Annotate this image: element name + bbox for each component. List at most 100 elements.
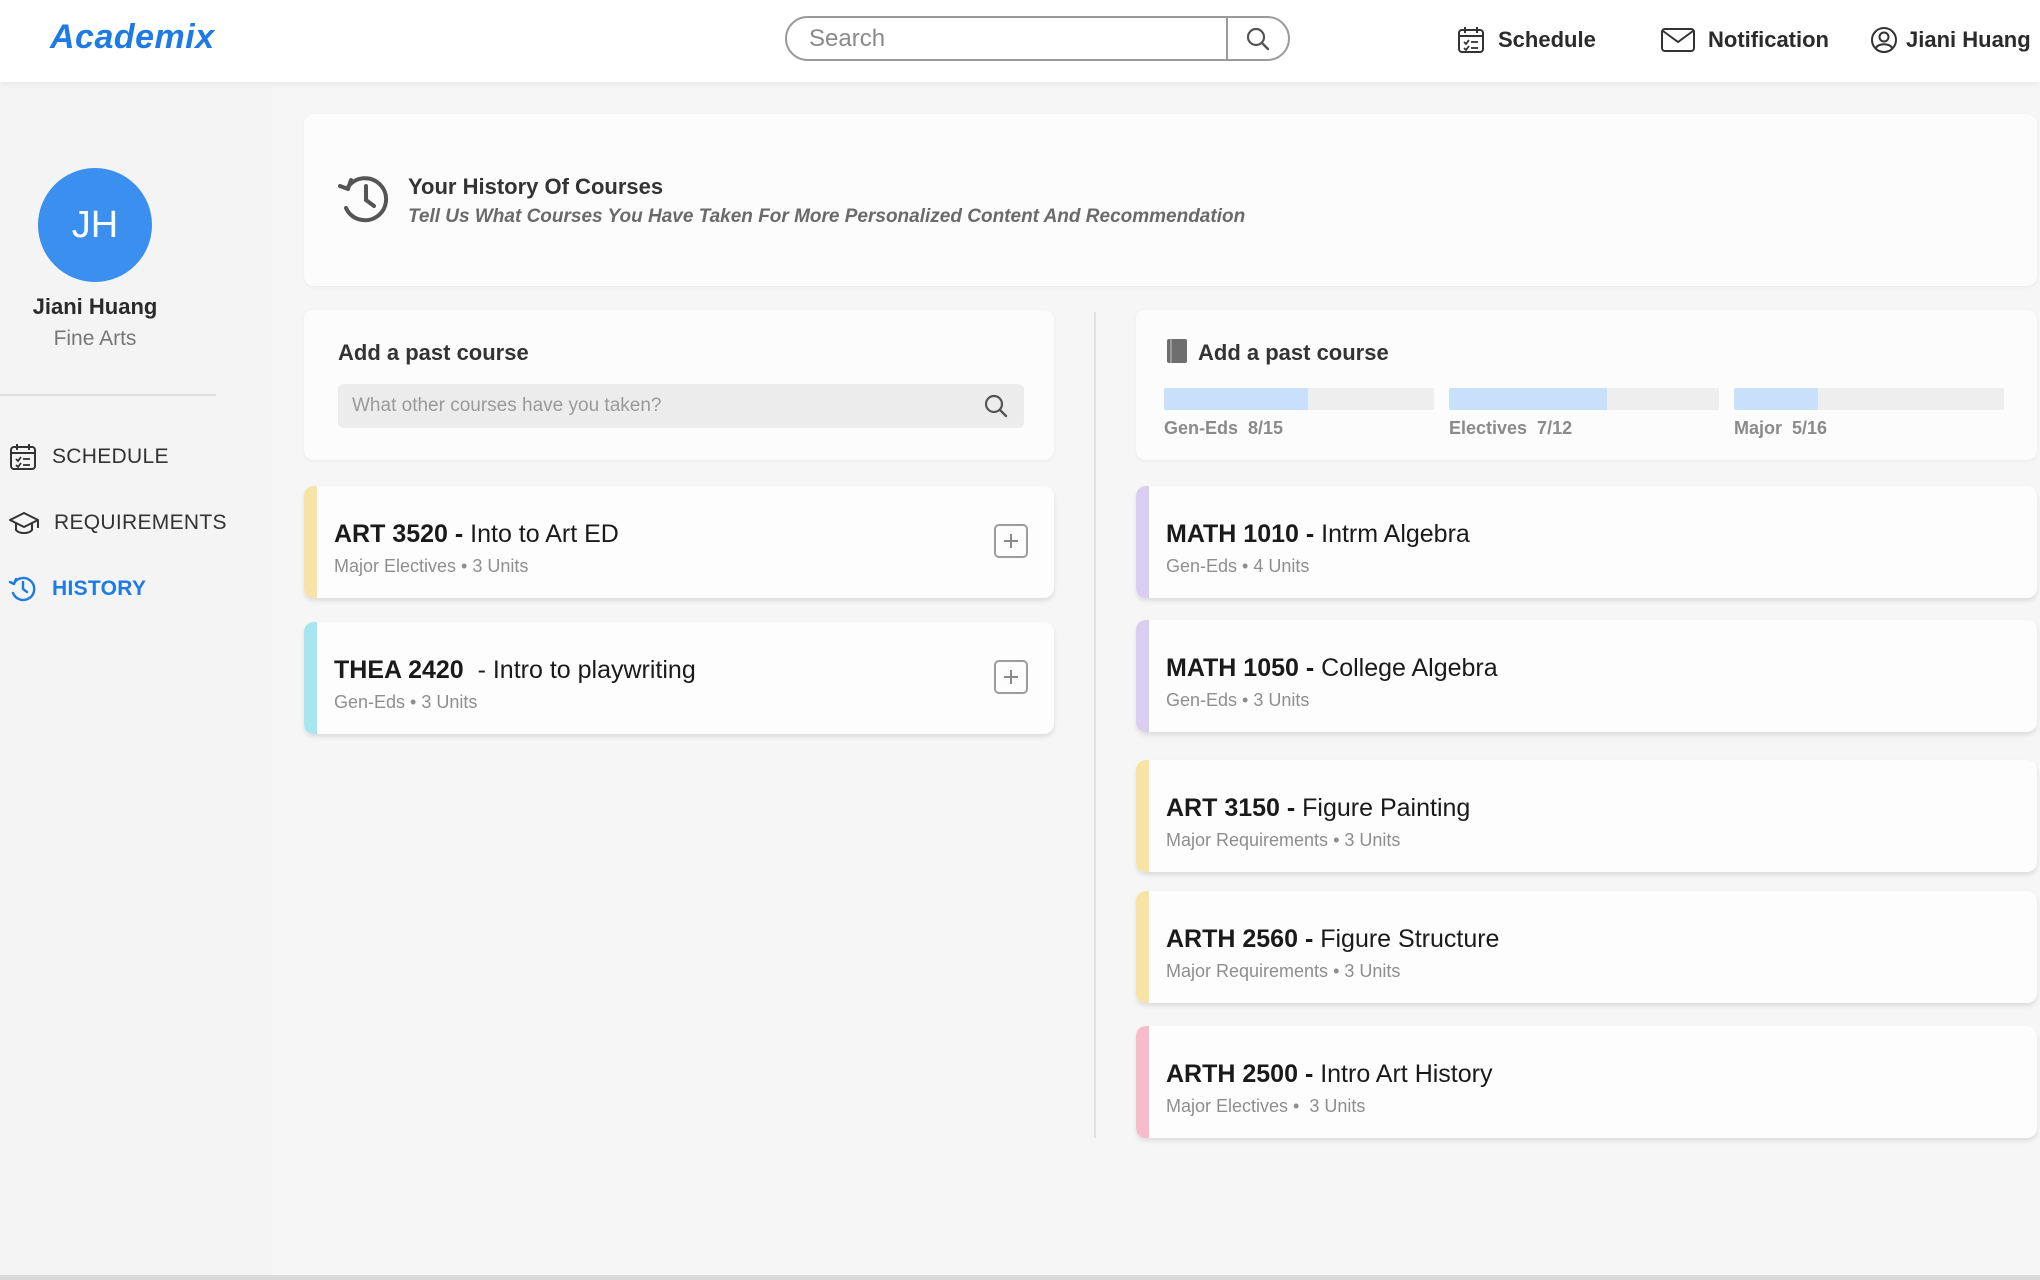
progress-major: Major 5/16 [1734, 388, 2004, 439]
sidebar-item-label: SCHEDULE [52, 445, 169, 468]
course-category-accent [1136, 620, 1149, 732]
history-title: Your History Of Courses [408, 174, 664, 199]
course-meta: Gen-Eds • 4 Units [1166, 556, 1310, 576]
progress-label: Gen-Eds 8/15 [1164, 418, 1284, 438]
search-icon [1246, 27, 1270, 50]
course-title: Figure Structure [1313, 925, 1500, 953]
sidebar-item-label: REQUIREMENTS [54, 511, 227, 534]
course-search-input[interactable] [338, 384, 968, 428]
requirements-progress-panel: Add a past course Gen-Eds 8/15 Electives… [1136, 310, 2037, 460]
bottom-scroll-edge [0, 1275, 2040, 1280]
global-search [785, 16, 1290, 61]
course-heading: ARTH 2500 - Intro Art History [1166, 1060, 1492, 1089]
nav-schedule-label: Schedule [1498, 27, 1596, 52]
app-logo[interactable]: Academix [50, 18, 215, 57]
nav-user-link[interactable]: Jiani Huang [1870, 20, 2031, 60]
nav-user-label: Jiani Huang [1906, 27, 2031, 52]
course-meta: Major Electives • 3 Units [334, 556, 529, 576]
graduation-cap-icon [9, 512, 39, 534]
sidebar-item-requirements[interactable]: REQUIREMENTS [8, 503, 227, 543]
plus-icon [1004, 670, 1018, 684]
calendar-icon [10, 444, 36, 470]
sidebar: JH Jiani Huang Fine Arts SCHEDULE REQUIR… [0, 82, 272, 1275]
progress-fill [1164, 388, 1308, 410]
column-divider [1094, 312, 1096, 1138]
progress-track [1164, 388, 1434, 410]
taken-course-card[interactable]: MATH 1010 - Intrm Algebra Gen-Eds • 4 Un… [1136, 486, 2037, 598]
add-course-button[interactable] [994, 660, 1028, 694]
course-heading: MATH 1050 - College Algebra [1166, 654, 1498, 683]
course-code: THEA 2420 [334, 656, 471, 684]
taken-course-card[interactable]: MATH 1050 - College Algebra Gen-Eds • 3 … [1136, 620, 2037, 732]
progress-panel-title: Add a past course [1198, 340, 1389, 365]
course-meta: Major Electives • 3 Units [1166, 1096, 1366, 1116]
mail-icon [1661, 28, 1695, 52]
course-title: Intro Art History [1313, 1060, 1493, 1088]
calendar-icon [1458, 27, 1484, 53]
search-button[interactable] [1226, 18, 1288, 59]
history-icon [338, 176, 389, 223]
course-meta: Major Requirements • 3 Units [1166, 961, 1401, 981]
profile-major: Fine Arts [53, 327, 137, 350]
sidebar-item-label: HISTORY [52, 577, 147, 600]
history-subtitle: Tell Us What Courses You Have Taken For … [408, 206, 1246, 227]
course-code: ARTH 2560 - [1166, 925, 1314, 953]
course-title: - Intro to playwriting [470, 656, 696, 684]
course-code: ART 3520 - [334, 520, 464, 548]
course-category-accent [1136, 486, 1149, 598]
suggested-course-card[interactable]: ART 3520 - Into to Art ED Major Elective… [304, 486, 1054, 598]
progress-label: Electives 7/12 [1449, 418, 1573, 438]
course-title: Figure Painting [1295, 794, 1471, 822]
taken-course-card[interactable]: ARTH 2560 - Figure Structure Major Requi… [1136, 891, 2037, 1003]
course-search [338, 384, 1024, 428]
history-icon [8, 576, 36, 602]
course-title: College Algebra [1314, 654, 1498, 682]
avatar[interactable]: JH [38, 168, 152, 282]
nav-notification-label: Notification [1708, 27, 1829, 52]
bookmark-icon [1167, 339, 1187, 363]
progress-gen-eds: Gen-Eds 8/15 [1164, 388, 1434, 439]
taken-course-card[interactable]: ART 3150 - Figure Painting Major Require… [1136, 760, 2037, 872]
search-icon [984, 394, 1008, 418]
course-heading: MATH 1010 - Intrm Algebra [1166, 520, 1470, 549]
sidebar-item-history[interactable]: HISTORY [8, 569, 146, 609]
course-meta: Gen-Eds • 3 Units [334, 692, 478, 712]
add-past-course-title: Add a past course [338, 340, 529, 365]
course-category-accent [304, 486, 317, 598]
course-heading: THEA 2420 - Intro to playwriting [334, 656, 696, 685]
sidebar-item-schedule[interactable]: SCHEDULE [8, 437, 169, 477]
progress-track [1734, 388, 2004, 410]
course-heading: ART 3520 - Into to Art ED [334, 520, 619, 549]
course-category-accent [1136, 891, 1149, 1003]
course-search-button[interactable] [968, 393, 1024, 419]
nav-schedule-link[interactable]: Schedule [1456, 20, 1596, 60]
profile-name: Jiani Huang [32, 294, 158, 319]
global-search-input[interactable] [787, 18, 1226, 59]
add-past-course-panel: Add a past course [304, 310, 1054, 460]
course-heading: ARTH 2560 - Figure Structure [1166, 925, 1499, 954]
plus-icon [1004, 534, 1018, 548]
course-category-accent [304, 622, 317, 734]
add-course-button[interactable] [994, 524, 1028, 558]
course-title: Intrm Algebra [1314, 520, 1470, 548]
course-code: ART 3150 - [1166, 794, 1296, 822]
course-meta: Major Requirements • 3 Units [1166, 830, 1401, 850]
sidebar-divider [0, 394, 216, 396]
suggested-course-card[interactable]: THEA 2420 - Intro to playwriting Gen-Eds… [304, 622, 1054, 734]
taken-course-card[interactable]: ARTH 2500 - Intro Art History Major Elec… [1136, 1026, 2037, 1138]
course-category-accent [1136, 760, 1149, 872]
nav-notification-link[interactable]: Notification [1660, 20, 1829, 60]
progress-track [1449, 388, 1719, 410]
course-category-accent [1136, 1026, 1149, 1138]
course-code: MATH 1050 - [1166, 654, 1315, 682]
progress-electives: Electives 7/12 [1449, 388, 1719, 439]
user-circle-icon [1871, 27, 1897, 53]
progress-fill [1734, 388, 1819, 410]
top-navbar: Academix Schedule Notification [0, 0, 2040, 82]
course-code: MATH 1010 - [1166, 520, 1315, 548]
course-heading: ART 3150 - Figure Painting [1166, 794, 1470, 823]
course-meta: Gen-Eds • 3 Units [1166, 690, 1310, 710]
progress-fill [1449, 388, 1607, 410]
history-banner: Your History Of Courses Tell Us What Cou… [304, 114, 2037, 286]
progress-label: Major 5/16 [1734, 418, 1828, 438]
